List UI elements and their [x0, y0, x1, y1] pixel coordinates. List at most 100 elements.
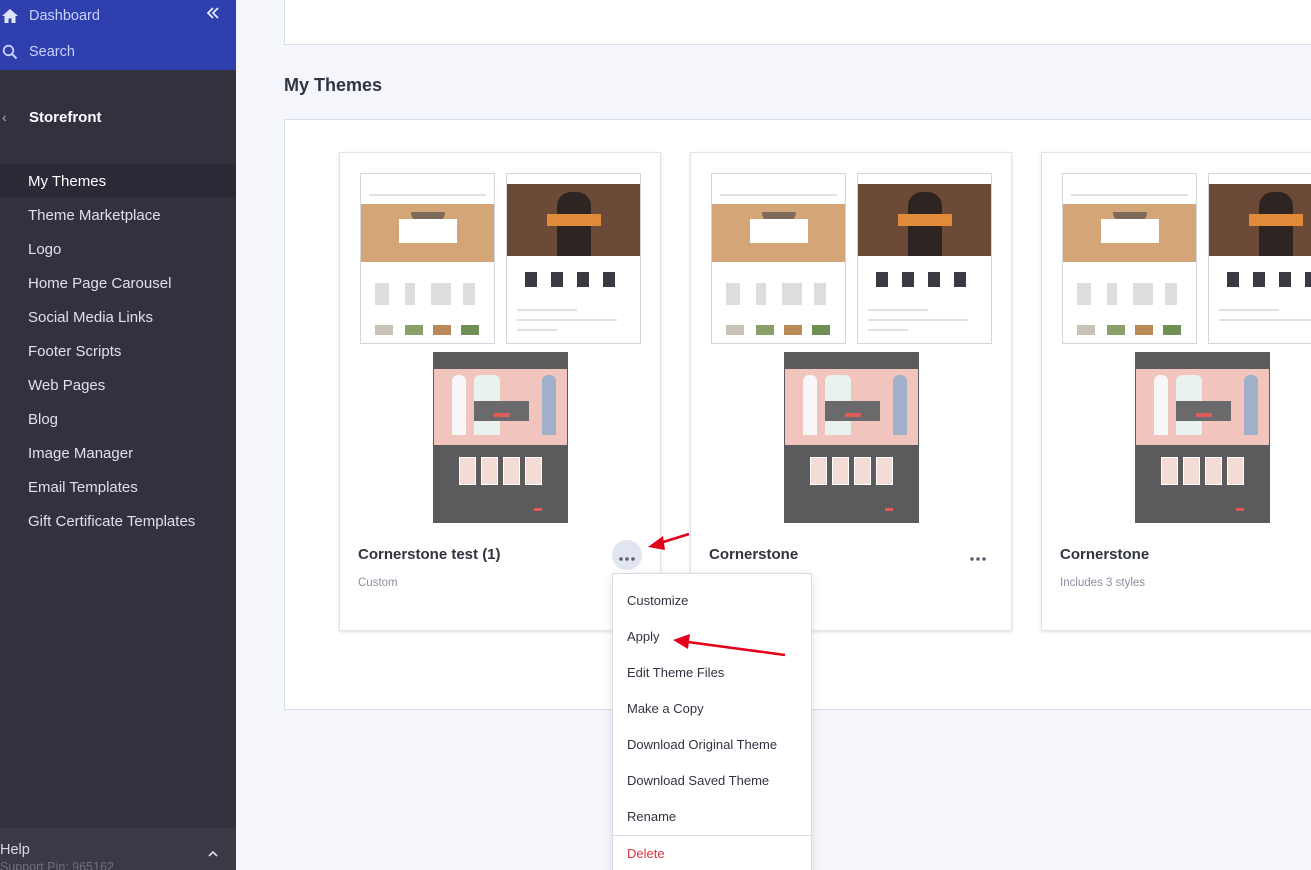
- menu-item-delete[interactable]: Delete: [627, 846, 665, 861]
- theme-card[interactable]: Cornerstone: [690, 152, 1012, 631]
- thumb-banner: [750, 219, 808, 243]
- thumb-product: [463, 283, 475, 305]
- thumb-line: [868, 309, 928, 311]
- thumb-cta: [534, 508, 542, 511]
- sidebar-item-blog[interactable]: Blog: [0, 402, 236, 436]
- thumb-product: [375, 283, 389, 305]
- menu-item-download-original-theme[interactable]: Download Original Theme: [627, 737, 777, 752]
- thumb-product: [854, 457, 871, 485]
- thumb-banner: [474, 401, 529, 421]
- theme-title: Cornerstone test (1): [358, 546, 501, 563]
- thumb-banner: [547, 214, 601, 226]
- more-options-button[interactable]: [963, 540, 993, 570]
- thumb-product: [726, 283, 740, 305]
- sidebar-item-home-page-carousel[interactable]: Home Page Carousel: [0, 266, 236, 300]
- thumb-cta: [1236, 508, 1244, 511]
- thumb-product: [1227, 272, 1239, 287]
- sidebar-item-image-manager[interactable]: Image Manager: [0, 436, 236, 470]
- thumb-person: [1154, 375, 1168, 435]
- help-label: Help: [0, 842, 30, 858]
- menu-divider: [613, 835, 811, 836]
- thumb-product: [756, 283, 766, 305]
- thumb-product: [876, 272, 888, 287]
- sidebar-header: Dashboard Search: [0, 0, 236, 70]
- sidebar-item-my-themes[interactable]: My Themes: [0, 164, 236, 198]
- thumb-product: [726, 325, 744, 335]
- thumb-nav: [369, 194, 486, 196]
- thumb-product: [431, 283, 451, 305]
- support-pin: Support Pin: 965162: [0, 860, 114, 870]
- thumb-product: [1107, 325, 1125, 335]
- sidebar-nav: My Themes Theme Marketplace Logo Home Pa…: [0, 164, 236, 538]
- thumb-line: [868, 329, 908, 331]
- thumb-cta: [1196, 413, 1212, 417]
- thumb-product: [928, 272, 940, 287]
- theme-card[interactable]: Cornerstone test (1) Custom: [339, 152, 661, 631]
- menu-item-edit-theme-files[interactable]: Edit Theme Files: [627, 665, 724, 680]
- storefront-back-link[interactable]: ‹ Storefront: [0, 100, 236, 134]
- thumb-person: [542, 375, 556, 435]
- menu-item-apply[interactable]: Apply: [627, 629, 660, 644]
- thumb-banner: [898, 214, 952, 226]
- thumb-product: [876, 457, 893, 485]
- sidebar-item-logo[interactable]: Logo: [0, 232, 236, 266]
- thumb-product: [814, 283, 826, 305]
- theme-thumbnail: [506, 173, 641, 344]
- thumb-product: [782, 283, 802, 305]
- menu-item-customize[interactable]: Customize: [627, 593, 688, 608]
- thumb-line: [517, 309, 577, 311]
- theme-thumbnail: [433, 352, 568, 523]
- theme-thumbnail: [784, 352, 919, 523]
- sidebar-item-footer-scripts[interactable]: Footer Scripts: [0, 334, 236, 368]
- thumb-banner: [399, 219, 457, 243]
- thumb-line: [868, 319, 968, 321]
- more-horizontal-icon: [970, 545, 986, 566]
- double-chevron-left-icon[interactable]: [206, 6, 220, 25]
- thumb-person: [893, 375, 907, 435]
- thumb-product: [1165, 283, 1177, 305]
- thumb-product: [1205, 457, 1222, 485]
- more-options-button[interactable]: [612, 540, 642, 570]
- thumb-product: [1163, 325, 1181, 335]
- thumb-cta: [885, 508, 893, 511]
- thumb-product: [525, 457, 542, 485]
- thumb-product: [1107, 283, 1117, 305]
- theme-thumbnail: [360, 173, 495, 344]
- thumb-banner: [1101, 219, 1159, 243]
- menu-item-rename[interactable]: Rename: [627, 809, 676, 824]
- thumb-product: [433, 325, 451, 335]
- page-title: My Themes: [284, 75, 383, 95]
- sidebar-item-email-templates[interactable]: Email Templates: [0, 470, 236, 504]
- thumb-banner: [1176, 401, 1231, 421]
- thumb-banner: [1249, 214, 1303, 226]
- thumb-cta: [494, 413, 510, 417]
- help-section[interactable]: Help Support Pin: 965162: [0, 828, 236, 870]
- section-label: Storefront: [29, 108, 102, 126]
- thumb-banner: [825, 401, 880, 421]
- thumb-cta: [845, 413, 861, 417]
- search-link[interactable]: Search: [0, 36, 236, 68]
- sidebar-item-web-pages[interactable]: Web Pages: [0, 368, 236, 402]
- thumb-product: [756, 325, 774, 335]
- thumb-product: [459, 457, 476, 485]
- menu-item-download-saved-theme[interactable]: Download Saved Theme: [627, 773, 769, 788]
- dashboard-link[interactable]: Dashboard: [0, 0, 236, 32]
- thumb-product: [1135, 325, 1153, 335]
- sidebar-item-social-media-links[interactable]: Social Media Links: [0, 300, 236, 334]
- home-icon: [0, 6, 20, 26]
- thumb-product: [1305, 272, 1311, 287]
- sidebar-item-theme-marketplace[interactable]: Theme Marketplace: [0, 198, 236, 232]
- menu-item-make-a-copy[interactable]: Make a Copy: [627, 701, 704, 716]
- chevron-up-icon[interactable]: [208, 846, 218, 860]
- thumb-product: [810, 457, 827, 485]
- sidebar-item-gift-certificate-templates[interactable]: Gift Certificate Templates: [0, 504, 236, 538]
- theme-thumbnail: [857, 173, 992, 344]
- search-label: Search: [29, 44, 75, 60]
- thumb-nav: [720, 194, 837, 196]
- theme-thumbnail: [1062, 173, 1197, 344]
- thumb-product: [902, 272, 914, 287]
- theme-card[interactable]: Cornerstone Includes 3 styles: [1041, 152, 1311, 631]
- thumb-product: [1253, 272, 1265, 287]
- thumb-product: [481, 457, 498, 485]
- theme-title: Cornerstone: [1060, 546, 1150, 563]
